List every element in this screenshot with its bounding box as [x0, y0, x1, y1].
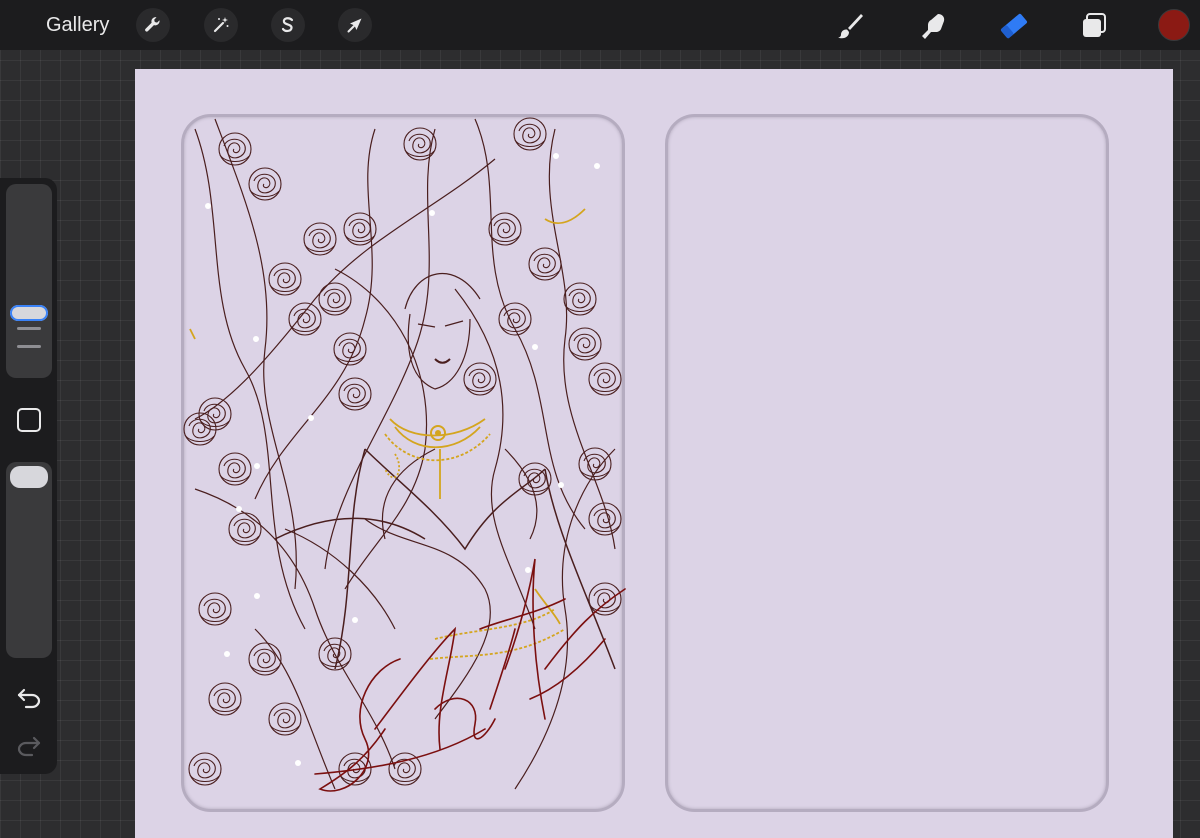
- actions-button[interactable]: [136, 8, 170, 42]
- adjustments-button[interactable]: [204, 8, 238, 42]
- size-marker: [17, 327, 41, 330]
- undo-button[interactable]: [8, 680, 50, 716]
- gallery-button[interactable]: Gallery: [46, 13, 109, 37]
- transform-button[interactable]: [338, 8, 372, 42]
- square-icon: [17, 408, 41, 432]
- left-sidebar: [0, 178, 57, 774]
- wrench-icon: [145, 17, 160, 32]
- opacity-handle[interactable]: [10, 466, 48, 488]
- brush-size-handle[interactable]: [10, 304, 48, 321]
- top-toolbar: Gallery: [0, 0, 1200, 50]
- size-marker: [17, 345, 41, 348]
- brush-tool-button[interactable]: [832, 8, 868, 44]
- sketch-artwork: [183, 117, 626, 792]
- drawing-canvas[interactable]: [135, 69, 1173, 838]
- selection-s-icon: [281, 17, 294, 33]
- redo-arrow-icon: [17, 736, 41, 757]
- modify-button[interactable]: [8, 402, 50, 438]
- layers-button[interactable]: [1076, 8, 1112, 44]
- layers-icon: [1083, 13, 1106, 37]
- magic-wand-icon: [213, 17, 229, 33]
- arrow-cursor-icon: [347, 18, 362, 33]
- eraser-tool-button[interactable]: [996, 8, 1032, 44]
- eraser-icon: [1001, 13, 1027, 39]
- brush-size-slider[interactable]: [6, 184, 52, 378]
- opacity-slider[interactable]: [6, 462, 52, 658]
- smudge-finger-icon: [922, 14, 945, 39]
- selection-button[interactable]: [271, 8, 305, 42]
- redo-button[interactable]: [8, 728, 50, 764]
- paintbrush-icon: [838, 14, 863, 39]
- undo-arrow-icon: [17, 688, 41, 709]
- color-swatch[interactable]: [1158, 9, 1190, 41]
- smudge-tool-button[interactable]: [915, 8, 951, 44]
